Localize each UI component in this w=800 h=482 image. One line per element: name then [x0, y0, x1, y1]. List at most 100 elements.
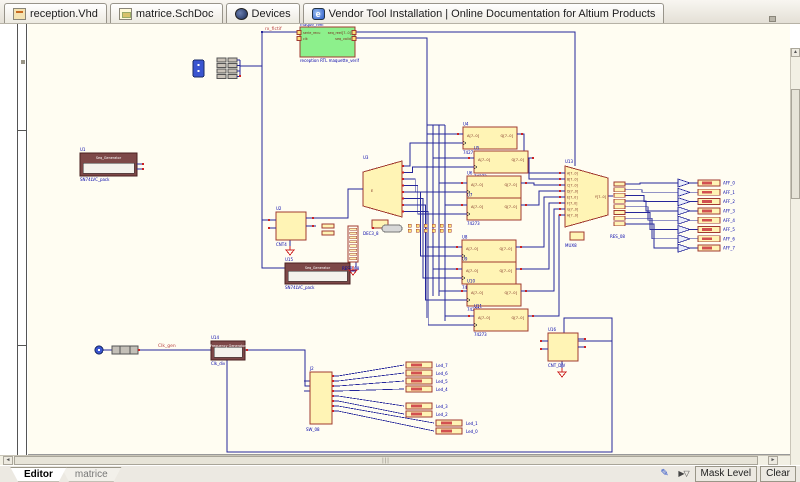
- bottom-connector[interactable]: J2SW_08: [306, 366, 338, 432]
- db9-connector[interactable]: [193, 60, 204, 77]
- resistor-pair[interactable]: [322, 224, 334, 235]
- ruler-tick: [18, 345, 26, 346]
- register-1[interactable]: A[7..0]Q[7..0]U574273: [468, 146, 534, 180]
- resistor-pack-top[interactable]: [217, 58, 241, 79]
- block-title: Frequency Generator: [210, 344, 246, 348]
- wire: [402, 143, 457, 166]
- pack-block-1[interactable]: Seq_GeneratorU1SN74LVC_pack: [80, 147, 144, 182]
- block-title: Seq_Generator: [305, 266, 331, 270]
- filter-icon[interactable]: ▶▽: [676, 467, 692, 481]
- type-label: DEC3_8: [363, 231, 379, 236]
- label: H[7..0]: [567, 213, 578, 217]
- tab-reception-vhd[interactable]: reception.Vhd: [4, 3, 107, 23]
- buffer-1[interactable]: [678, 188, 690, 196]
- aff-resistor-5[interactable]: AFF_5: [698, 227, 735, 233]
- led-resistor-2[interactable]: Led_5: [406, 378, 448, 384]
- aff-resistor-7[interactable]: AFF_7: [698, 245, 735, 251]
- mask-level-button[interactable]: Mask Level: [695, 466, 758, 482]
- designator: J2: [309, 366, 314, 371]
- buffer-3[interactable]: [678, 207, 690, 215]
- type-label: 74273: [474, 332, 487, 337]
- clear-button[interactable]: Clear: [760, 466, 796, 482]
- wire: [402, 212, 468, 326]
- designator: U2: [276, 206, 282, 211]
- label: D[7..0]: [567, 189, 578, 193]
- scroll-up-icon[interactable]: ▲: [791, 48, 800, 57]
- label: Q[7..0]: [500, 247, 513, 251]
- buffer-7[interactable]: [678, 244, 690, 252]
- designator: U7: [467, 193, 473, 198]
- ground-symbol: [558, 368, 566, 377]
- tab-editor[interactable]: Editor: [10, 467, 67, 482]
- led-resistor-1[interactable]: Led_6: [406, 370, 448, 376]
- buffer-6[interactable]: [678, 235, 690, 243]
- jumper-oval[interactable]: [382, 225, 402, 232]
- bottom-tab-label: matrice: [75, 469, 108, 480]
- devices-icon: [235, 8, 248, 20]
- buffer-2[interactable]: [678, 198, 690, 206]
- vertical-scrollbar[interactable]: ▲ ▼: [790, 48, 800, 479]
- tab-vendor-docs[interactable]: e Vendor Tool Installation | Online Docu…: [303, 3, 665, 23]
- designator: U3: [363, 155, 369, 160]
- hscroll-thumb[interactable]: |||: [14, 456, 758, 465]
- ruler-marker: [21, 60, 25, 64]
- schematic-sheet[interactable]: serie_recuclkseq_reel[7..0]seq_validmaqu…: [28, 24, 790, 455]
- respack-right[interactable]: RES_08: [610, 182, 625, 239]
- led-resistor-7[interactable]: Led_0: [436, 428, 478, 434]
- led-resistor-0[interactable]: Led_7: [406, 362, 448, 368]
- tab-devices[interactable]: Devices: [226, 3, 300, 23]
- mux[interactable]: A[7..0]B[7..0]C[7..0]D[7..0]E[7..0]F[7..…: [559, 159, 608, 248]
- wire: [625, 213, 678, 230]
- pencil-icon[interactable]: ✎: [657, 467, 673, 481]
- tab-matrice-schdoc[interactable]: matrice.SchDoc: [110, 3, 223, 23]
- schematic-canvas[interactable]: serie_recuclkseq_reel[7..0]seq_validmaqu…: [28, 24, 790, 455]
- crystal[interactable]: [112, 346, 140, 354]
- aff-resistor-0[interactable]: AFF_0: [698, 180, 735, 186]
- type-label: RES_08: [610, 234, 625, 239]
- register-0[interactable]: A[7..0]Q[7..0]U474273: [457, 122, 523, 156]
- bnc-connector[interactable]: [95, 346, 103, 354]
- register-7[interactable]: A[7..0]Q[7..0]U1174273: [468, 304, 534, 338]
- net-label: Led_1: [466, 421, 478, 426]
- label: C[7..0]: [567, 183, 578, 187]
- led-resistor-4[interactable]: Led_3: [406, 403, 448, 409]
- pack-block-2[interactable]: Seq_GeneratorU15SN74LVC_pack: [285, 257, 350, 290]
- decoder[interactable]: EU3DEC3_8: [356, 155, 408, 236]
- buffer-0[interactable]: [678, 179, 690, 187]
- designator: U5: [474, 146, 480, 151]
- scroll-right-icon[interactable]: ►: [768, 456, 778, 465]
- aff-resistor-4[interactable]: AFF_4: [698, 217, 735, 223]
- counter-2[interactable]: U16CNT_DIV: [540, 327, 586, 368]
- reception-block[interactable]: serie_recuclkseq_reel[7..0]seq_validmaqu…: [297, 24, 360, 63]
- net-label: AFF_3: [723, 209, 735, 214]
- scroll-left-icon[interactable]: ◄: [3, 456, 13, 465]
- aff-resistor-2[interactable]: AFF_2: [698, 199, 735, 205]
- vscroll-thumb[interactable]: [791, 89, 800, 199]
- wire: [625, 183, 678, 184]
- aff-resistor-6[interactable]: AFF_6: [698, 236, 735, 242]
- tab-label: Devices: [252, 8, 291, 20]
- label: serie_recu: [303, 31, 320, 35]
- counter-1[interactable]: U2CNT4: [268, 206, 314, 247]
- dip-row[interactable]: [408, 224, 451, 232]
- led-resistor-6[interactable]: Led_1: [436, 420, 478, 426]
- type-label: MUX8: [565, 243, 577, 248]
- vhdl-file-icon: [13, 8, 26, 20]
- aff-resistor-1[interactable]: AFF_1: [698, 189, 735, 195]
- register-6[interactable]: A[7..0]Q[7..0]U1074273: [461, 279, 527, 313]
- designator: U8: [462, 235, 468, 240]
- buffer-5[interactable]: [678, 226, 690, 234]
- horizontal-scrollbar[interactable]: ◄ ||| ►: [0, 455, 790, 465]
- register-3[interactable]: A[7..0]Q[7..0]U774273: [461, 193, 527, 227]
- led-resistor-5[interactable]: Led_2: [406, 411, 448, 417]
- wire: [338, 396, 404, 406]
- tab-matrice-bottom[interactable]: matrice: [61, 467, 122, 482]
- wire: [240, 32, 262, 66]
- led-resistor-3[interactable]: Led_4: [406, 386, 448, 392]
- buffer-4[interactable]: [678, 216, 690, 224]
- freq-gen-block[interactable]: Frequency GeneratorU14Clk_div: [210, 335, 248, 366]
- wire: [625, 224, 678, 248]
- schdoc-file-icon: [119, 8, 132, 20]
- aff-resistor-3[interactable]: AFF_3: [698, 208, 735, 214]
- tab-overflow-icon[interactable]: [769, 16, 776, 22]
